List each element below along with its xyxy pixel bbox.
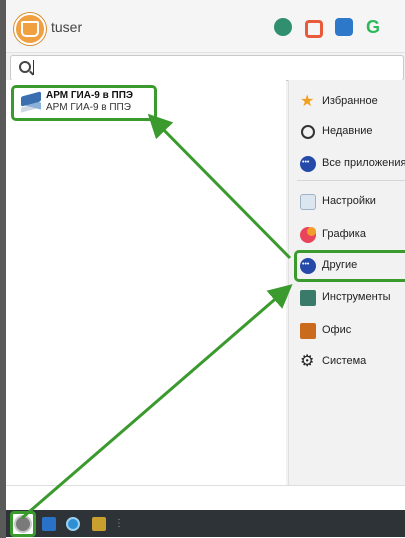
app-item-arm-gia9[interactable]: АРМ ГИА-9 в ППЭ АРМ ГИА-9 в ППЭ [11,85,157,121]
category-label: Настройки [322,195,376,207]
category-graphics[interactable]: Графика [297,225,405,245]
category-label: Другие [322,259,358,271]
category-label: Все приложения [322,157,405,169]
start-menu-icon [14,515,32,533]
tools-icon [300,290,316,306]
category-system[interactable]: ⚙ Система [297,352,405,372]
avatar-book-icon [21,21,39,37]
category-label: Недавние [322,125,373,137]
taskbar: ⋮ [6,510,405,537]
category-tools[interactable]: Инструменты [297,288,405,308]
dots-icon [300,156,316,172]
browser-icon[interactable] [66,517,80,531]
category-settings[interactable]: Настройки [297,192,405,212]
app-description: АРМ ГИА-9 в ППЭ [46,102,131,113]
category-list: ★ Избранное Недавние Все приложения Наст… [288,80,405,485]
category-label: Офис [322,324,352,336]
category-other[interactable]: Другие [297,256,405,276]
settings-icon [300,194,316,210]
category-label: Система [322,355,367,367]
layers-icon [19,91,43,113]
username: tuser [51,19,83,35]
start-menu-button[interactable] [10,511,36,537]
star-icon: ★ [300,93,315,110]
app-name: АРМ ГИА-9 в ППЭ [46,90,134,101]
sync-icon[interactable] [335,18,353,36]
tree-icon[interactable] [274,18,292,36]
file-manager-icon[interactable] [92,517,106,531]
text-cursor [33,60,34,75]
category-favorites[interactable]: ★ Избранное [297,92,405,112]
search-icon [19,61,31,73]
clock-icon [301,125,315,139]
desktop-icon[interactable] [42,517,56,531]
divider [297,180,405,181]
gear-icon: ⚙ [300,353,315,370]
category-all-apps[interactable]: Все приложения [297,154,405,174]
user-avatar[interactable] [14,13,46,45]
app-menu-panel: tuser G АРМ ГИА-9 в ППЭ АРМ ГИА-9 в ППЭ … [6,0,405,538]
graphics-icon [300,227,316,243]
menu-header: tuser G [6,0,405,53]
app-list: АРМ ГИА-9 в ППЭ АРМ ГИА-9 в ППЭ [6,80,286,485]
lock-icon[interactable] [305,20,323,38]
category-recent[interactable]: Недавние [297,122,405,142]
dots-icon [300,258,316,274]
g-icon[interactable]: G [366,18,384,36]
category-office[interactable]: Офис [297,321,405,341]
briefcase-icon [300,323,316,339]
category-label: Инструменты [322,291,391,303]
search-input[interactable] [10,55,404,81]
category-label: Избранное [322,95,378,107]
category-label: Графика [322,228,366,240]
overflow-icon[interactable]: ⋮ [114,518,124,529]
